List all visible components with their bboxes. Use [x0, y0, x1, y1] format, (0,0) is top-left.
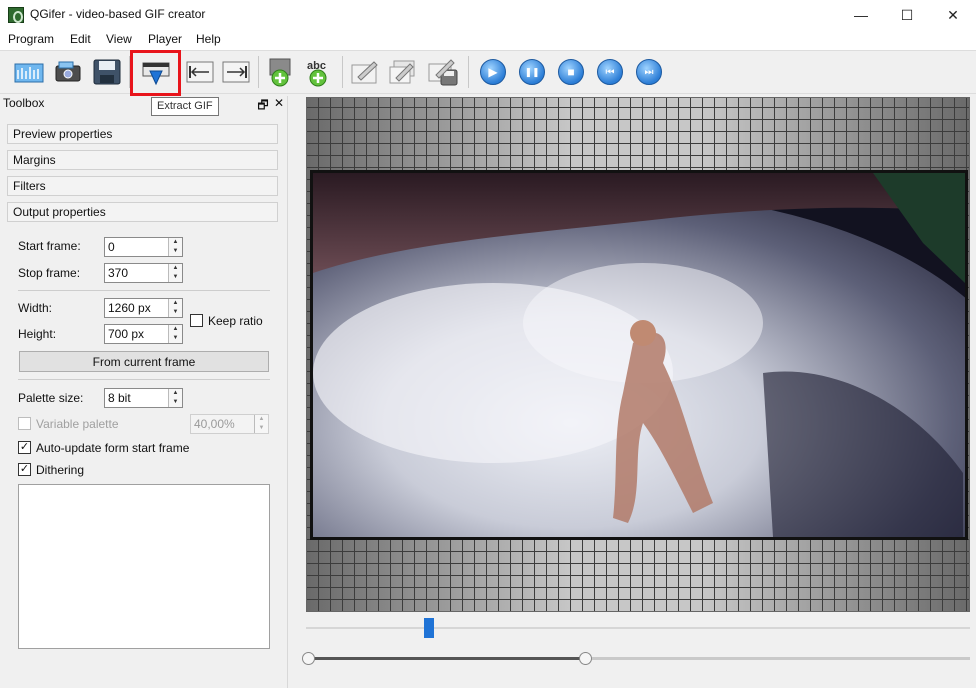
- stop-frame-value: 370: [108, 266, 129, 280]
- dithering-label: Dithering: [36, 463, 85, 477]
- height-label: Height:: [18, 327, 57, 341]
- tooltip: Extract GIF: [151, 97, 219, 116]
- extract-gif-highlight: [130, 50, 181, 96]
- variable-palette-label: Variable palette: [36, 417, 119, 431]
- open-video-icon[interactable]: [12, 55, 46, 89]
- spin-arrows-icon[interactable]: ▲ ▼: [168, 238, 182, 256]
- stop-button[interactable]: ■: [554, 55, 588, 89]
- dithering-checkbox[interactable]: ✓: [18, 463, 31, 476]
- from-current-frame-button[interactable]: From current frame: [19, 351, 269, 372]
- next-frame-button[interactable]: ⏭: [632, 55, 666, 89]
- spin-arrows-icon[interactable]: ▲ ▼: [168, 299, 182, 317]
- range-start-handle[interactable]: [302, 652, 315, 665]
- maximize-button[interactable]: ☐: [884, 0, 930, 30]
- range-end-handle[interactable]: [579, 652, 592, 665]
- next-frame-icon: ⏭: [636, 59, 662, 85]
- palette-list[interactable]: [18, 484, 270, 649]
- section-preview-properties[interactable]: Preview properties: [7, 124, 278, 144]
- stop-icon: ■: [558, 59, 584, 85]
- app-icon: [8, 7, 24, 23]
- set-start-icon[interactable]: [183, 55, 217, 89]
- width-value: 1260 px: [108, 301, 151, 315]
- height-spinbox[interactable]: 700 px ▲ ▼: [104, 324, 183, 344]
- menu-help[interactable]: Help: [196, 32, 221, 46]
- close-button[interactable]: ✕: [930, 0, 976, 30]
- pause-button[interactable]: ❚❚: [515, 55, 549, 89]
- toolbox-close-icon[interactable]: ✕: [272, 96, 286, 110]
- pause-icon: ❚❚: [519, 59, 545, 85]
- palette-size-value: 8 bit: [108, 391, 131, 405]
- prev-frame-icon: ⏮: [597, 59, 623, 85]
- minimize-button[interactable]: —: [838, 0, 884, 30]
- section-margins[interactable]: Margins: [7, 150, 278, 170]
- spin-arrows-icon[interactable]: ▲ ▼: [168, 325, 182, 343]
- video-frame: [310, 170, 968, 540]
- palette-size-spinbox[interactable]: 8 bit ▲ ▼: [104, 388, 183, 408]
- prev-frame-button[interactable]: ⏮: [593, 55, 627, 89]
- add-text-icon[interactable]: abc: [302, 55, 336, 89]
- variable-palette-checkbox[interactable]: [18, 417, 31, 430]
- start-frame-value: 0: [108, 240, 115, 254]
- spin-arrows-icon[interactable]: ▲ ▼: [254, 415, 268, 433]
- float-icon[interactable]: 🗗: [256, 96, 270, 117]
- add-object-icon[interactable]: [263, 55, 297, 89]
- edit-multi-icon[interactable]: [386, 55, 420, 89]
- height-value: 700 px: [108, 327, 145, 341]
- section-filters[interactable]: Filters: [7, 176, 278, 196]
- panel-splitter[interactable]: [287, 96, 288, 688]
- save-frame-icon[interactable]: [426, 55, 460, 89]
- toolbox-title: Toolbox: [3, 96, 45, 110]
- play-button[interactable]: ▶: [476, 55, 510, 89]
- menu-view[interactable]: View: [106, 32, 132, 46]
- menu-edit[interactable]: Edit: [70, 32, 91, 46]
- spin-arrows-icon[interactable]: ▲ ▼: [168, 264, 182, 282]
- section-output-properties[interactable]: Output properties: [7, 202, 278, 222]
- width-label: Width:: [18, 301, 53, 315]
- spin-arrows-icon[interactable]: ▲ ▼: [168, 389, 182, 407]
- palette-size-label: Palette size:: [18, 391, 84, 405]
- open-gif-icon[interactable]: [51, 55, 85, 89]
- keep-ratio-label: Keep ratio: [208, 314, 263, 328]
- stop-frame-label: Stop frame:: [18, 266, 81, 280]
- width-spinbox[interactable]: 1260 px ▲ ▼: [104, 298, 183, 318]
- window-title: QGifer - video-based GIF creator: [30, 7, 206, 21]
- keep-ratio-checkbox[interactable]: [190, 314, 203, 327]
- frame-slider-track[interactable]: [306, 627, 970, 629]
- stop-frame-spinbox[interactable]: 370 ▲ ▼: [104, 263, 183, 283]
- menu-program[interactable]: Program: [8, 32, 54, 46]
- auto-update-checkbox[interactable]: ✓: [18, 441, 31, 454]
- start-frame-spinbox[interactable]: 0 ▲ ▼: [104, 237, 183, 257]
- edit-icon[interactable]: [348, 55, 382, 89]
- menu-bar: [0, 30, 976, 50]
- range-slider-fill: [310, 657, 585, 660]
- variable-palette-spinbox[interactable]: 40,00% ▲ ▼: [190, 414, 269, 434]
- save-icon[interactable]: [90, 55, 124, 89]
- menu-player[interactable]: Player: [148, 32, 182, 46]
- variable-palette-value: 40,00%: [194, 417, 235, 431]
- auto-update-label: Auto-update form start frame: [36, 441, 190, 455]
- start-frame-label: Start frame:: [18, 239, 81, 253]
- play-icon: ▶: [480, 59, 506, 85]
- set-stop-icon[interactable]: [219, 55, 253, 89]
- frame-slider-handle[interactable]: [424, 618, 434, 638]
